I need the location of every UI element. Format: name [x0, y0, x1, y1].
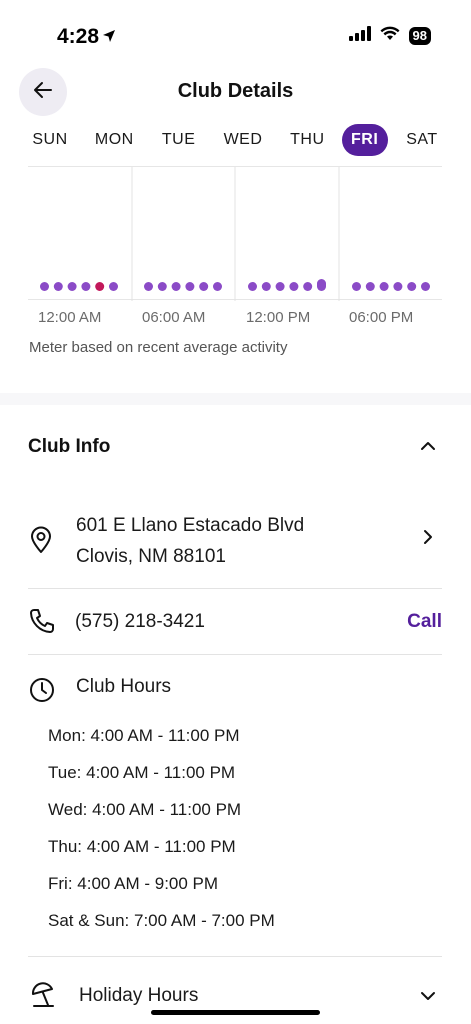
- hours-item: Thu: 4:00 AM - 11:00 PM: [48, 837, 236, 856]
- chevron-down-icon: [420, 989, 436, 1007]
- phone-number: (575) 218-3421: [75, 611, 205, 632]
- activity-bar: [421, 282, 430, 291]
- battery-indicator: 98: [408, 27, 431, 45]
- tab-thu[interactable]: THU: [277, 124, 337, 156]
- chevron-up-icon[interactable]: [418, 436, 438, 456]
- divider: [28, 588, 442, 589]
- activity-bar: [53, 282, 63, 291]
- time-label-6pm: 06:00 PM: [349, 309, 414, 326]
- activity-bar: [171, 282, 181, 291]
- status-bar: 4:28 98: [0, 0, 471, 70]
- status-time: 4:28: [57, 25, 100, 48]
- club-hours-title: Club Hours: [76, 676, 172, 697]
- time-label-12pm: 12:00 PM: [246, 309, 311, 326]
- activity-bar: [185, 282, 195, 291]
- phone-icon: [28, 607, 56, 640]
- tab-mon[interactable]: MON: [84, 124, 144, 156]
- activity-bar: [317, 279, 326, 291]
- divider: [28, 956, 442, 957]
- activity-meter-chart: [40, 167, 430, 301]
- divider: [28, 654, 442, 655]
- club-info-title: Club Info: [28, 436, 111, 457]
- hours-list: Mon: 4:00 AM - 11:00 PM Tue: 4:00 AM - 1…: [48, 722, 275, 944]
- meter-time-labels: 12:00 AM 06:00 AM 12:00 PM 06:00 PM: [28, 309, 442, 329]
- location-pin-icon: [28, 526, 54, 559]
- activity-meter: [28, 166, 442, 301]
- address-line-2: Clovis, NM 88101: [76, 546, 226, 567]
- address-row[interactable]: 601 E Llano Estacado Blvd Clovis, NM 881…: [28, 506, 442, 572]
- hours-item: Mon: 4:00 AM - 11:00 PM: [48, 726, 240, 745]
- tab-sat[interactable]: SAT: [392, 124, 452, 156]
- activity-bar: [352, 282, 361, 291]
- hours-item: Wed: 4:00 AM - 11:00 PM: [48, 800, 242, 819]
- wifi-icon: [380, 26, 400, 46]
- meter-note: Meter based on recent average activity: [29, 339, 288, 356]
- tab-sun[interactable]: SUN: [20, 124, 80, 156]
- activity-bar: [289, 282, 299, 291]
- activity-bar: [95, 282, 105, 291]
- beach-umbrella-icon: [30, 982, 56, 1013]
- clock-icon: [28, 676, 56, 709]
- club-hours-row: Club Hours: [28, 674, 442, 704]
- home-indicator: [151, 1010, 320, 1015]
- phone-row: (575) 218-3421 Call: [28, 605, 442, 641]
- page-title: Club Details: [177, 80, 294, 102]
- time-label-12am: 12:00 AM: [38, 309, 102, 326]
- header: Club Details: [0, 66, 471, 120]
- activity-bar: [248, 282, 257, 291]
- activity-bar: [379, 282, 389, 291]
- time-label-6am: 06:00 AM: [142, 309, 206, 326]
- hours-item: Sat & Sun: 7:00 AM - 7:00 PM: [48, 911, 275, 930]
- tab-tue[interactable]: TUE: [149, 124, 209, 156]
- activity-bar: [67, 282, 77, 291]
- activity-bar: [407, 282, 417, 291]
- address: 601 E Llano Estacado Blvd Clovis, NM 881…: [76, 510, 304, 572]
- activity-bar: [275, 282, 285, 291]
- address-line-1: 601 E Llano Estacado Blvd: [76, 515, 305, 536]
- activity-bar: [393, 282, 403, 291]
- hours-item: Tue: 4:00 AM - 11:00 PM: [48, 763, 236, 782]
- tab-fri[interactable]: FRI: [341, 124, 388, 156]
- location-arrow-icon: [102, 29, 116, 48]
- tab-wed[interactable]: WED: [213, 124, 273, 156]
- cellular-signal-icon: [348, 26, 371, 46]
- call-button[interactable]: Call: [407, 611, 442, 633]
- activity-bar: [109, 282, 118, 291]
- chevron-right-icon: [422, 528, 434, 551]
- activity-bar: [261, 282, 271, 291]
- section-separator: [0, 393, 471, 405]
- holiday-hours-row[interactable]: Holiday Hours: [28, 978, 442, 1014]
- activity-bar: [199, 282, 209, 291]
- day-selector: SUN MON TUE WED THU FRI SAT: [20, 124, 452, 156]
- activity-bar: [303, 282, 313, 291]
- activity-bar: [365, 282, 375, 291]
- activity-bar: [81, 282, 91, 291]
- hours-item: Fri: 4:00 AM - 9:00 PM: [48, 874, 219, 893]
- activity-bar: [157, 282, 167, 291]
- activity-bar: [40, 282, 49, 291]
- activity-bar: [213, 282, 222, 291]
- activity-bar: [144, 282, 153, 291]
- holiday-hours-label: Holiday Hours: [79, 985, 199, 1006]
